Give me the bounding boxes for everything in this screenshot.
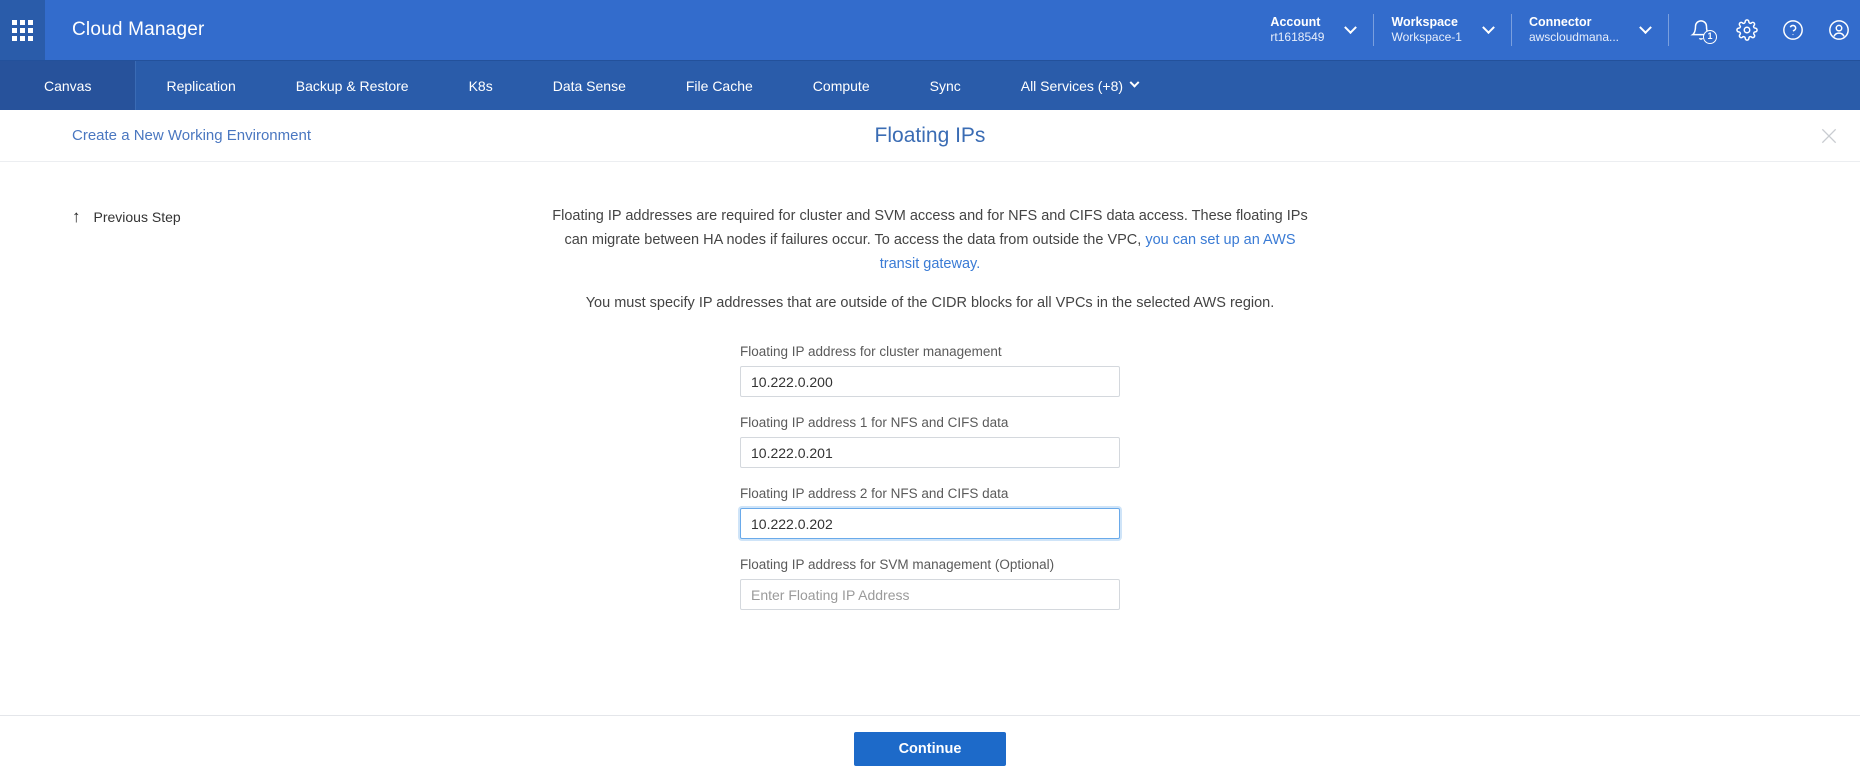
help-button[interactable] [1780,17,1806,43]
main-navigation-bar: Canvas Replication Backup & Restore K8s … [0,60,1860,110]
form-column: Floating IP addresses are required for c… [545,162,1315,610]
header-icon-cluster: 1 [1668,0,1860,60]
field-nfs-cifs-1: Floating IP address 1 for NFS and CIFS d… [740,415,1120,468]
apps-grid-button[interactable] [0,0,45,60]
account-value: rt1618549 [1270,30,1325,45]
account-selector[interactable]: Account rt1618549 [1252,0,1373,60]
floating-ips-form: Floating IP address for cluster manageme… [740,344,1120,610]
field-cluster-management: Floating IP address for cluster manageme… [740,344,1120,397]
field-svm-management: Floating IP address for SVM management (… [740,557,1120,610]
field-label: Floating IP address for cluster manageme… [740,344,1002,359]
nav-item-label: Canvas [44,77,92,94]
nav-item-all-services[interactable]: All Services (+8) [991,61,1168,110]
apps-grid-icon [12,19,33,41]
previous-step-button[interactable]: ↑ Previous Step [72,208,181,225]
connector-label: Connector [1528,14,1592,29]
continue-button[interactable]: Continue [854,732,1006,766]
workspace-label: Workspace [1391,14,1458,29]
nav-item-label: File Cache [685,77,753,94]
description-paragraph-2: You must specify IP addresses that are o… [585,295,1275,311]
workspace-value: Workspace-1 [1391,30,1462,45]
field-label: Floating IP address 1 for NFS and CIFS d… [740,415,1009,430]
workspace-selector[interactable]: Workspace Workspace-1 [1373,0,1510,60]
nfs-cifs-ip-1-input[interactable] [740,437,1120,468]
nav-item-sync[interactable]: Sync [900,61,991,110]
nav-item-backup-restore[interactable]: Backup & Restore [266,61,439,110]
close-icon [1821,128,1837,143]
nfs-cifs-ip-2-input[interactable] [740,508,1120,539]
nav-item-label: Compute [812,77,870,94]
connector-selector[interactable]: Connector awscloudmana... [1510,0,1668,60]
nav-item-label: Replication [166,77,236,94]
help-circle-icon [1783,20,1803,40]
field-nfs-cifs-2: Floating IP address 2 for NFS and CIFS d… [740,486,1120,539]
brand-title: Cloud Manager [72,19,205,40]
user-avatar-icon [1829,20,1849,40]
notifications-button[interactable]: 1 [1688,17,1717,44]
chevron-down-icon [1639,20,1652,34]
chevron-down-icon [1344,20,1358,34]
top-header-bar: Cloud Manager Account rt1618549 Workspac… [0,0,1860,60]
nav-item-label: K8s [468,77,493,94]
nav-item-canvas[interactable]: Canvas [0,61,137,110]
main-content: ↑ Previous Step Floating IP addresses ar… [0,162,1860,716]
close-button[interactable] [1816,123,1842,149]
arrow-up-icon: ↑ [72,207,81,226]
field-label: Floating IP address for SVM management (… [740,557,1055,572]
notification-badge: 1 [1703,30,1717,44]
previous-step-label: Previous Step [93,208,181,225]
account-label: Account [1270,14,1321,29]
cluster-management-ip-input[interactable] [740,366,1120,397]
nav-item-label: Data Sense [552,77,626,94]
footer-bar: Continue [0,716,1860,782]
chevron-down-icon [1129,77,1140,88]
nav-item-label: All Services (+8) [1020,77,1124,94]
user-account-button[interactable] [1826,17,1852,43]
nav-item-data-sense[interactable]: Data Sense [523,61,656,110]
gear-icon [1736,19,1758,41]
nav-item-file-cache[interactable]: File Cache [656,61,783,110]
header-right-cluster: Account rt1618549 Workspace Workspace-1 … [1252,0,1860,60]
field-label: Floating IP address 2 for NFS and CIFS d… [740,486,1009,501]
nav-item-compute[interactable]: Compute [783,61,900,110]
page-header: Create a New Working Environment Floatin… [0,110,1860,162]
connector-value: awscloudmana... [1528,30,1619,45]
nav-item-label: Backup & Restore [295,77,409,94]
nav-item-k8s[interactable]: K8s [439,61,523,110]
svm-management-ip-input[interactable] [740,579,1120,610]
nav-item-replication[interactable]: Replication [136,61,265,110]
description-paragraph-1: Floating IP addresses are required for c… [550,204,1310,276]
breadcrumb[interactable]: Create a New Working Environment [72,127,311,144]
chevron-down-icon [1482,20,1495,34]
nav-item-label: Sync [929,77,961,94]
settings-button[interactable] [1734,17,1760,43]
